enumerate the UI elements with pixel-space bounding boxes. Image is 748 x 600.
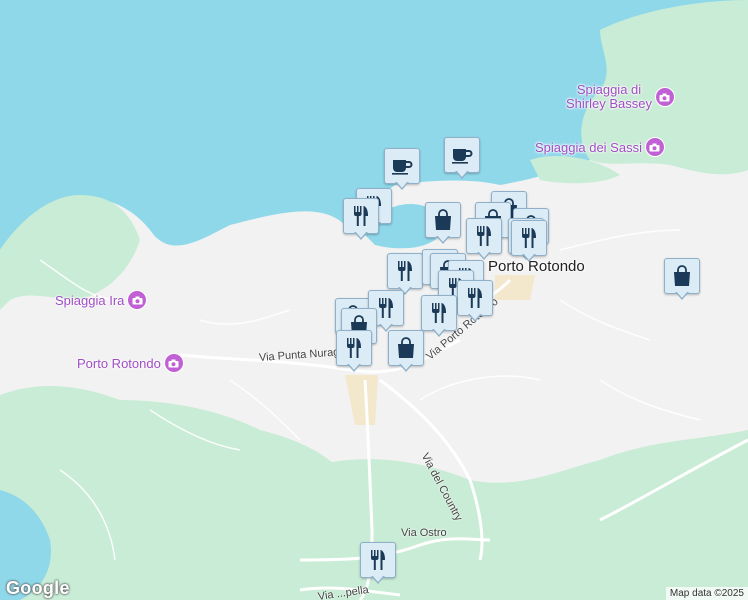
poi-label-line2: Shirley Bassey: [566, 96, 652, 111]
marker-pointer-inner: [676, 291, 688, 298]
restaurant-icon: [466, 218, 502, 254]
road-label-via-ostro: Via Ostro: [401, 527, 447, 539]
marker-pointer-inner: [433, 328, 445, 335]
marker-pointer-inner: [523, 253, 535, 260]
restaurant-marker[interactable]: [466, 218, 502, 262]
shopping-icon: [388, 330, 424, 366]
marker-pointer-inner: [469, 313, 481, 320]
cafe-icon: [444, 137, 480, 173]
restaurant-icon: [343, 198, 379, 234]
camera-icon: [654, 87, 675, 107]
shopping-marker[interactable]: [388, 330, 424, 374]
poi-spiaggia-shirley-bassey[interactable]: Spiaggia di Shirley Bassey: [566, 83, 675, 111]
marker-pointer-inner: [355, 231, 367, 238]
restaurant-marker[interactable]: [336, 330, 372, 374]
restaurant-icon: [421, 295, 457, 331]
marker-pointer-inner: [396, 181, 408, 188]
map-canvas[interactable]: Spiaggia di Shirley Bassey Spiaggia dei …: [0, 0, 748, 600]
poi-porto-rotondo[interactable]: Porto Rotondo: [77, 353, 184, 373]
map-attribution[interactable]: Map data ©2025: [665, 587, 748, 600]
camera-icon: [163, 353, 184, 373]
marker-pointer-inner: [348, 363, 360, 370]
poi-label: Spiaggia dei Sassi: [535, 139, 642, 155]
poi-spiaggia-dei-sassi[interactable]: Spiaggia dei Sassi: [535, 137, 665, 157]
camera-icon: [127, 290, 148, 310]
restaurant-marker[interactable]: [457, 280, 493, 324]
cafe-marker[interactable]: [384, 148, 420, 192]
restaurant-icon: [511, 220, 547, 256]
poi-label: Porto Rotondo: [77, 355, 161, 371]
camera-icon: [644, 137, 665, 157]
marker-pointer-inner: [372, 575, 384, 582]
restaurant-icon: [387, 253, 423, 289]
restaurant-marker[interactable]: [511, 220, 547, 264]
restaurant-icon: [336, 330, 372, 366]
restaurant-marker[interactable]: [343, 198, 379, 242]
marker-pointer-inner: [437, 235, 449, 242]
poi-label-line1: Spiaggia di: [576, 82, 642, 97]
shopping-icon: [425, 202, 461, 238]
cafe-icon: [384, 148, 420, 184]
poi-label: Spiaggia Ira: [55, 292, 125, 308]
cafe-marker[interactable]: [444, 137, 480, 181]
restaurant-icon: [457, 280, 493, 316]
google-logo: Google: [6, 578, 70, 598]
shopping-icon: [664, 258, 700, 294]
poi-spiaggia-ira[interactable]: Spiaggia Ira: [55, 290, 148, 310]
marker-pointer-inner: [478, 251, 490, 258]
marker-pointer-inner: [456, 170, 468, 177]
shopping-marker[interactable]: [664, 258, 700, 302]
marker-pointer-inner: [400, 363, 412, 370]
restaurant-marker[interactable]: [360, 542, 396, 586]
marker-pointer-inner: [380, 323, 392, 330]
shopping-marker[interactable]: [425, 202, 461, 246]
restaurant-marker[interactable]: [421, 295, 457, 339]
restaurant-icon: [360, 542, 396, 578]
